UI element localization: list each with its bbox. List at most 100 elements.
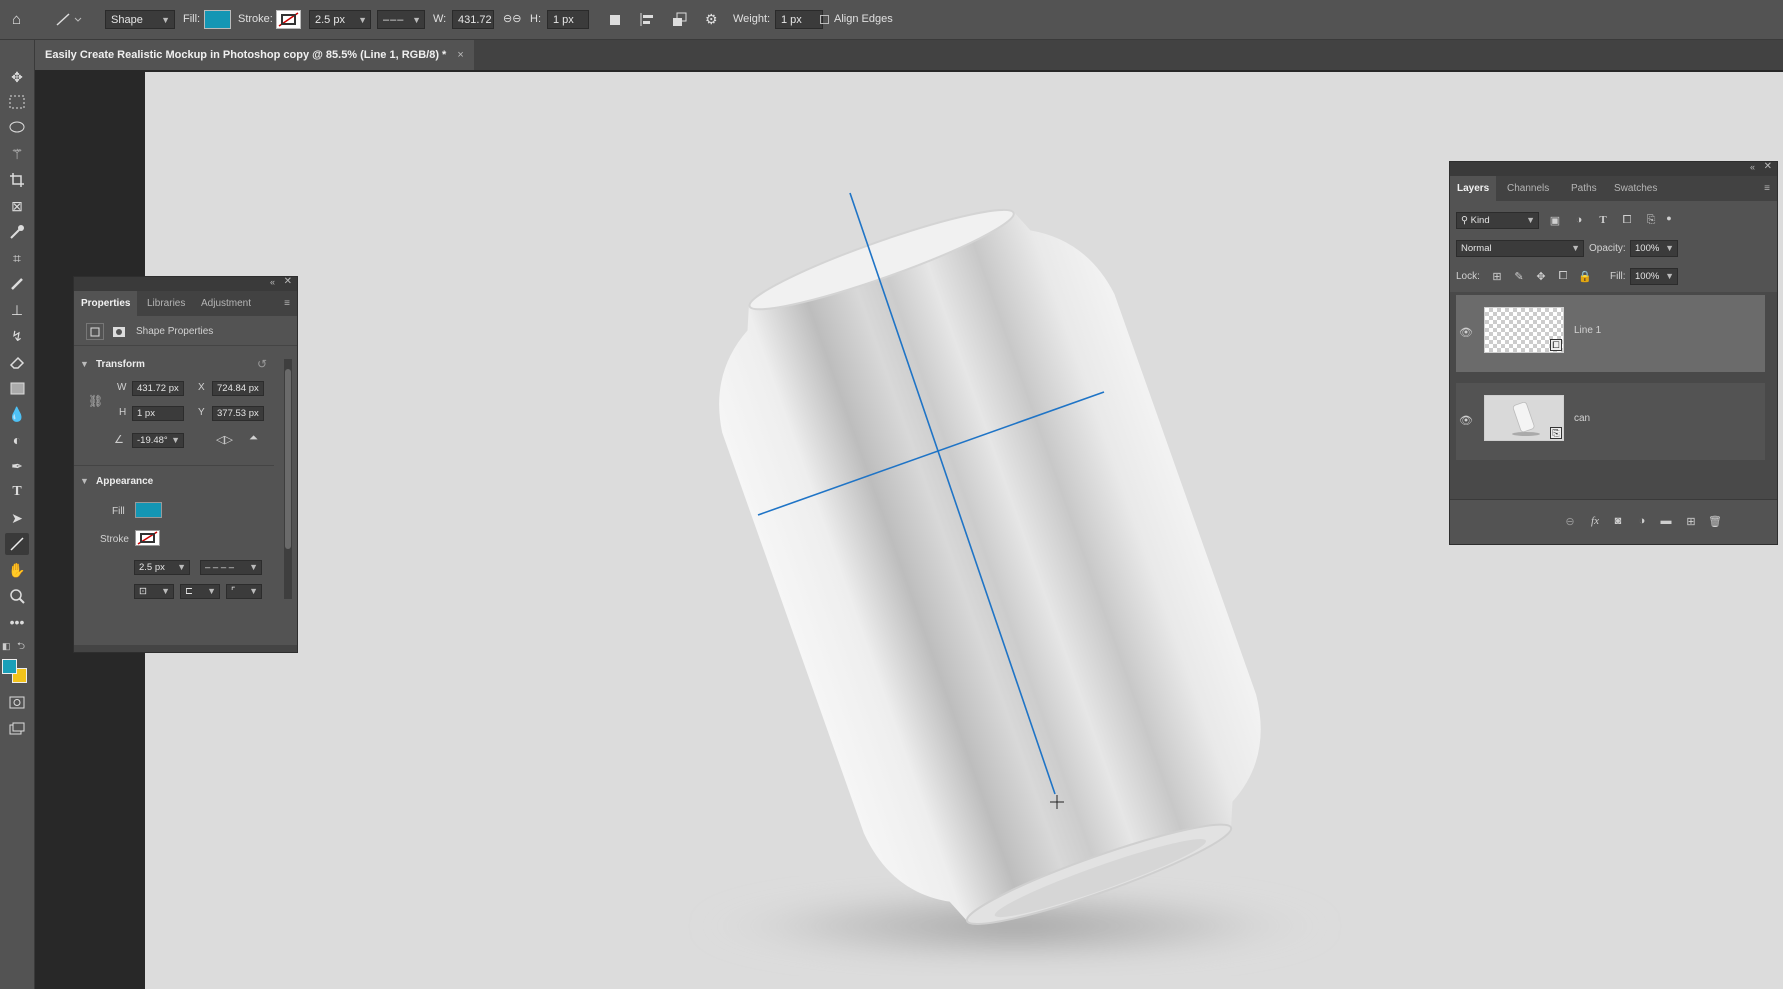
properties-panel-header[interactable]: « ✕ [74,276,297,291]
clone-stamp-tool-icon[interactable]: ⊥ [5,299,29,321]
history-brush-tool-icon[interactable]: ↯ [5,325,29,347]
adjustment-layer-filter-icon[interactable]: ◑ [1572,213,1586,227]
angle-field[interactable]: -19.48° ▼ [132,433,184,448]
stroke-type-select[interactable]: ––– ▼ [377,10,425,29]
blur-tool-icon[interactable]: 💧 [5,403,29,425]
swap-colors-icon[interactable]: ⮌ [17,639,25,656]
zoom-tool-icon[interactable] [5,585,29,607]
eye-visibility-icon[interactable]: 👁 [1458,413,1474,427]
tab-paths[interactable]: Paths [1564,176,1604,201]
close-tab-icon[interactable]: × [457,49,463,61]
appearance-stroke-swatch[interactable] [135,530,160,546]
opacity-field[interactable]: 100% ▼ [1630,240,1678,257]
eraser-tool-icon[interactable] [5,351,29,373]
blend-mode-select[interactable]: Normal ▼ [1456,240,1584,257]
lock-transparent-icon[interactable]: ⊞ [1490,269,1504,283]
dodge-tool-icon[interactable]: ◐ [5,429,29,451]
tab-properties[interactable]: Properties [74,291,138,316]
new-group-folder-icon[interactable]: ▬ [1658,513,1674,529]
flip-horizontal-icon[interactable]: ◁▷ [216,433,233,446]
delete-layer-trash-icon[interactable]: 🗑 [1707,513,1723,529]
magic-wand-tool-icon[interactable]: ⚚ [5,143,29,165]
mask-icon[interactable] [110,323,128,340]
panel-menu-icon[interactable]: ≡ [277,291,297,316]
stroke-corners-select[interactable]: ⌜ ▼ [226,584,262,599]
move-tool-icon[interactable]: ✥ [5,66,29,88]
type-layer-filter-icon[interactable]: T [1596,213,1610,227]
gradient-tool-icon[interactable] [5,377,29,399]
lock-image-icon[interactable]: ✎ [1512,269,1526,283]
chevron-down-icon[interactable]: ▼ [80,476,89,486]
collapse-icon[interactable]: « [1750,162,1755,172]
transform-x-field[interactable]: 724.84 px [212,381,264,396]
layer-filter-select[interactable]: ⚲ Kind ▼ [1456,212,1539,229]
tool-mode-select[interactable]: Shape ▼ [105,10,175,29]
chevron-down-icon[interactable]: ▼ [80,359,89,369]
appearance-fill-swatch[interactable] [135,502,162,518]
appearance-stroke-width-field[interactable]: 2.5 px ▼ [134,560,190,575]
layer-style-fx-icon[interactable]: fx [1587,513,1603,529]
pixel-layer-filter-icon[interactable]: ▣ [1548,213,1562,227]
stroke-caps-select[interactable]: ⊏ ▼ [180,584,220,599]
layer-row-line-1[interactable]: 👁 ⧠ Line 1 [1456,295,1765,372]
more-tools-icon[interactable]: ••• [5,611,29,633]
pen-tool-icon[interactable]: ✒ [5,455,29,477]
align-edges-checkbox[interactable] [820,10,830,29]
fill-field[interactable]: 100% ▼ [1630,268,1678,285]
eye-visibility-icon[interactable]: 👁 [1458,325,1474,339]
transform-y-field[interactable]: 377.53 px [212,406,264,421]
foreground-color-swatch[interactable] [2,659,17,674]
panel-menu-icon[interactable]: ≡ [1757,176,1777,201]
frame-tool-icon[interactable]: ⊠ [5,195,29,217]
lock-artboard-icon[interactable]: ⧠ [1556,269,1570,283]
tab-swatches[interactable]: Swatches [1607,176,1664,201]
brush-tool-icon[interactable] [5,273,29,295]
tab-adjustments[interactable]: Adjustment [194,291,258,316]
type-tool-icon[interactable]: T [5,481,29,503]
panel-resize-handle[interactable] [74,645,297,652]
hand-tool-icon[interactable]: ✋ [5,559,29,581]
layers-panel-header[interactable]: « ✕ [1450,161,1777,176]
line-tool-icon[interactable] [5,533,29,555]
tab-layers[interactable]: Layers [1450,176,1497,201]
line-tool-preset-icon[interactable] [54,10,84,29]
link-layers-icon[interactable]: ⊖ [1562,513,1578,529]
marquee-tool-icon[interactable] [5,91,29,113]
width-field[interactable]: 431.72 p [452,10,494,29]
properties-scrollbar[interactable] [284,359,292,599]
layer-row-can[interactable]: 👁 ⎘ can [1456,383,1765,460]
filter-toggle-icon[interactable]: ● [1664,211,1674,225]
path-selection-tool-icon[interactable]: ➤ [5,507,29,529]
appearance-stroke-type-select[interactable]: – – – – ▼ [200,560,262,575]
transform-h-field[interactable]: 1 px [132,406,184,421]
stroke-width-field[interactable]: 2.5 px ▼ [309,10,371,29]
close-panel-icon[interactable]: ✕ [284,276,292,287]
shape-layer-filter-icon[interactable]: ⧠ [1620,213,1634,227]
path-alignment-icon[interactable] [638,10,656,29]
crop-tool-icon[interactable] [5,169,29,191]
screen-mode-icon[interactable] [5,717,29,739]
adjustment-layer-icon[interactable]: ◑ [1634,513,1650,529]
link-icon[interactable]: ⛓ [88,394,103,408]
smart-object-filter-icon[interactable]: ⎘ [1644,213,1658,227]
add-mask-icon[interactable]: ◙ [1610,513,1626,529]
tab-channels[interactable]: Channels [1500,176,1556,201]
height-field[interactable]: 1 px [547,10,589,29]
weight-field[interactable]: 1 px [775,10,823,29]
quick-mask-icon[interactable] [5,691,29,713]
scrollbar-thumb[interactable] [285,369,291,549]
lasso-tool-icon[interactable] [5,117,29,139]
tab-libraries[interactable]: Libraries [140,291,192,316]
path-arrangement-icon[interactable] [671,10,689,29]
home-icon[interactable]: ⌂ [12,10,32,29]
transform-w-field[interactable]: 431.72 px [132,381,184,396]
collapse-icon[interactable]: « [270,277,275,287]
stroke-align-select[interactable]: ⊡ ▼ [134,584,174,599]
link-icon[interactable]: ⊖⊖ [503,10,521,29]
path-operations-icon[interactable] [607,10,623,29]
reset-transform-icon[interactable]: ↺ [257,357,267,371]
fill-swatch[interactable] [204,10,231,29]
document-tab[interactable]: Easily Create Realistic Mockup in Photos… [35,40,474,70]
healing-brush-tool-icon[interactable]: ⌗ [5,247,29,269]
lock-all-icon[interactable]: 🔒 [1578,269,1592,283]
